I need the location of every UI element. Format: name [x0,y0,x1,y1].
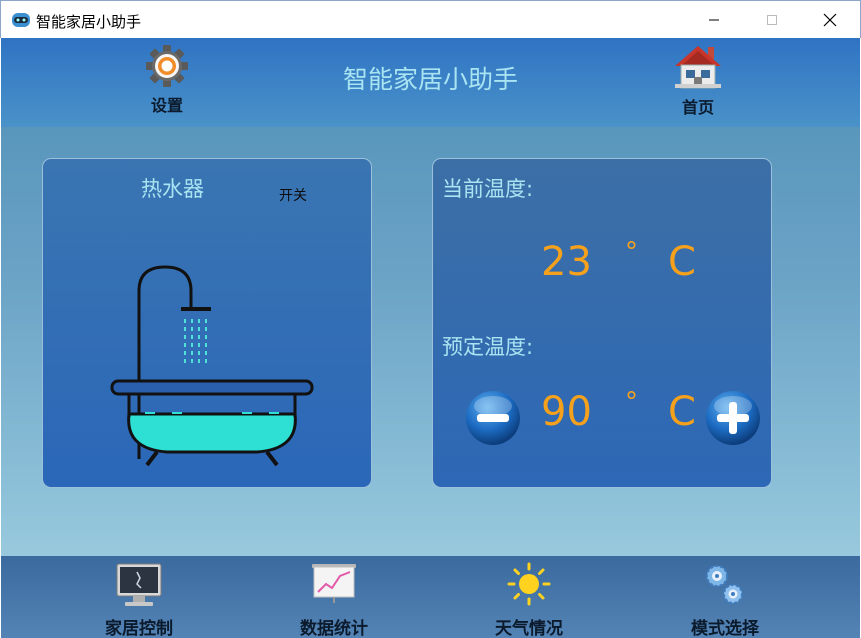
preset-degree-symbol: ° [625,387,638,417]
decrease-temp-button[interactable] [465,390,521,446]
bathtub-shower-icon [110,265,314,467]
preset-temp-label: 预定温度: [442,335,534,359]
increase-temp-button[interactable] [705,390,761,446]
preset-temp-value: 90 [541,389,592,435]
water-heater-panel: 热水器 开关 [42,158,372,488]
home-button[interactable]: 首页 [658,44,738,120]
nav-home-label: 家居控制 [105,619,173,638]
close-button[interactable] [801,1,859,39]
gears-icon [706,565,743,604]
app-body: 设置 智能家居小助手 首页 热水器 开关 当前温度: 23 ° C 预定温度: … [1,38,860,638]
minus-icon [477,414,509,422]
nav-mode-label: 模式选择 [691,619,759,638]
heater-switch-button[interactable]: 开关 [279,185,307,205]
minimize-button[interactable] [685,1,743,39]
chart-board-icon [312,564,356,603]
current-temp-value: 23 [541,239,592,285]
house-icon [675,46,721,89]
home-label: 首页 [681,98,714,117]
window-titlebar: 智能家居小助手 [0,0,861,38]
current-degree-symbol: ° [625,237,638,267]
bottom-nav-bar: 家居控制 数据统计 天气情况 模式选择 [1,556,860,638]
nav-weather-label: 天气情况 [495,619,563,638]
monitor-icon [116,563,162,606]
nav-home-control[interactable]: 家居控制 [79,562,199,638]
preset-temp-unit: C [668,389,696,435]
robot-app-icon [12,13,30,27]
current-temp-label: 当前温度: [442,177,534,201]
header-bar: 设置 智能家居小助手 首页 [1,38,860,127]
maximize-icon [767,15,777,25]
maximize-button[interactable] [743,1,801,39]
nav-mode-select[interactable]: 模式选择 [665,562,785,638]
temperature-panel: 当前温度: 23 ° C 预定温度: 90 ° C [432,158,772,488]
sun-icon [507,562,551,606]
nav-weather[interactable]: 天气情况 [469,562,589,638]
minimize-icon [709,19,719,21]
current-temp-unit: C [668,239,696,285]
window-title: 智能家居小助手 [36,13,142,31]
nav-data-stats[interactable]: 数据统计 [274,562,394,638]
heater-title: 热水器 [141,177,204,201]
close-icon [823,13,837,27]
nav-data-label: 数据统计 [300,619,368,638]
